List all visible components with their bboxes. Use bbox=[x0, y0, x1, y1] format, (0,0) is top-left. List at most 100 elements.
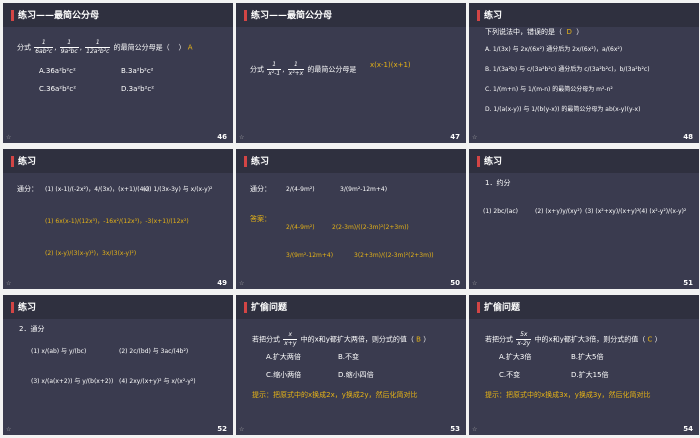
slide-title: 扩偷问题 bbox=[251, 303, 288, 313]
star-icon: ☆ bbox=[6, 426, 12, 433]
slide-title: 练习 bbox=[484, 11, 503, 21]
heading: 1．约分 bbox=[485, 179, 511, 187]
item: (2) (x+y)y/(xy²) bbox=[535, 208, 582, 215]
answer: 3/(9m²-12m+4) bbox=[286, 252, 334, 259]
star-icon: ☆ bbox=[6, 134, 12, 141]
option: B.不变 bbox=[338, 353, 360, 361]
answer: D bbox=[566, 28, 572, 36]
slide-number: 54 bbox=[683, 425, 693, 433]
slide-thumbnail-53[interactable]: 扩偷问题 若把分式 x x+y 中的x和y都扩大两倍，则分式的值（ B ） A.扩… bbox=[236, 295, 466, 435]
item: (4) 2xy/(x+y)² 与 x/(x²-y²) bbox=[119, 378, 196, 385]
option: D.缩小四倍 bbox=[338, 371, 374, 379]
option-line: D. 1/(a(x-y)) 与 1/(b(y-x)) 的最简公分母为 ab(x-… bbox=[485, 106, 641, 113]
slide-header: 练习 bbox=[469, 149, 699, 173]
star-icon: ☆ bbox=[472, 134, 478, 141]
slide-thumbnail-51[interactable]: 练习 1．约分 (1) 2bc/(ac) (2) (x+y)y/(xy²) (3… bbox=[469, 149, 699, 289]
accent-bar bbox=[477, 156, 480, 167]
slide-title: 练习 bbox=[484, 157, 503, 167]
slide-header: 练习 bbox=[236, 149, 466, 173]
answer: 2/(4-9m²) bbox=[286, 224, 315, 231]
answer: B bbox=[416, 335, 421, 344]
slide-header: 练习 bbox=[3, 149, 233, 173]
heading: 2．通分 bbox=[19, 325, 45, 333]
option: B.扩大5倍 bbox=[571, 353, 604, 361]
accent-bar bbox=[244, 156, 247, 167]
star-icon: ☆ bbox=[239, 134, 245, 141]
star-icon: ☆ bbox=[239, 280, 245, 287]
slide-title: 练习——最简公分母 bbox=[18, 11, 100, 21]
star-icon: ☆ bbox=[472, 280, 478, 287]
accent-bar bbox=[11, 156, 14, 167]
item: (1) x/(ab) 与 y/(bc) bbox=[31, 348, 87, 355]
answer-label: 答案： bbox=[250, 215, 271, 223]
slide-thumbnail-54[interactable]: 扩偷问题 若把分式 5x x-2y 中的x和y都扩大3倍，则分式的值（ C ） A… bbox=[469, 295, 699, 435]
question: (2) 1/(3x-3y) 与 x/(x-y)² bbox=[143, 186, 213, 193]
slide-title: 扩偷问题 bbox=[484, 303, 521, 313]
slide-thumbnail-52[interactable]: 练习 2．通分 (1) x/(ab) 与 y/(bc) (2) 2c/(bd) … bbox=[3, 295, 233, 435]
slide-number: 49 bbox=[217, 279, 227, 287]
answer: 3(2+3m)/((2-3m)²(2+3m)) bbox=[354, 252, 434, 259]
option: D.扩大15倍 bbox=[571, 371, 609, 379]
star-icon: ☆ bbox=[239, 426, 245, 433]
option: A.扩大两倍 bbox=[266, 353, 301, 361]
question: 2/(4-9m²) bbox=[286, 186, 315, 193]
slide-thumbnail-46[interactable]: 练习——最简公分母 分式 1 6ab²c, 1 9a²bc, 1 12a²b²c 的最… bbox=[3, 3, 233, 143]
option-line: A. 1/(3x) 与 2x/(6x²) 通分后为 2x/(6x²)，a/(6x… bbox=[485, 46, 623, 53]
question: (1) (x-1)/(-2x²)，4/(3x)，(x+1)/(4x) bbox=[45, 186, 150, 193]
slide-title: 练习——最简公分母 bbox=[251, 11, 333, 21]
accent-bar bbox=[11, 10, 14, 21]
option-line: B. 1/(3a²b) 与 c/(3a²b²c) 通分后为 c/(3a²b²c)… bbox=[485, 66, 650, 73]
question-text: 若把分式 x x+y 中的x和y都扩大两倍，则分式的值（ B ） bbox=[252, 331, 431, 347]
slide-title: 练习 bbox=[18, 303, 37, 313]
star-icon: ☆ bbox=[472, 426, 478, 433]
answer: (1) 6x(x-1)/(12x³)，-16x²/(12x³)，-3(x+1)/… bbox=[45, 218, 189, 225]
option: C.不变 bbox=[499, 371, 521, 379]
item: (1) 2bc/(ac) bbox=[483, 208, 519, 215]
question-text: 下列说法中，错误的是（ D ） bbox=[485, 28, 584, 36]
question-text: 若把分式 5x x-2y 中的x和y都扩大3倍，则分式的值（ C ） bbox=[485, 331, 662, 347]
slide-header: 练习——最简公分母 bbox=[236, 3, 466, 27]
slide-number: 51 bbox=[683, 279, 693, 287]
slide-thumbnail-49[interactable]: 练习 通分： (1) (x-1)/(-2x²)，4/(3x)，(x+1)/(4x… bbox=[3, 149, 233, 289]
hint: 提示：把原式中的x换成2x，y换成2y，然后化简对比 bbox=[252, 391, 418, 399]
accent-bar bbox=[477, 302, 480, 313]
slide-header: 练习 bbox=[469, 3, 699, 27]
slide-header: 扩偷问题 bbox=[469, 295, 699, 319]
answer: (2) (x-y)/(3(x-y)²)，3x/(3(x-y)²) bbox=[45, 250, 137, 257]
question-text: 分式 1 x²-1, 1 x²+x 的最简公分母是 bbox=[250, 61, 357, 77]
accent-bar bbox=[244, 10, 247, 21]
question-text: 分式 1 6ab²c, 1 9a²bc, 1 12a²b²c 的最简公分母是（ ） A bbox=[17, 39, 193, 55]
option: B.3a²b²c² bbox=[121, 67, 154, 75]
hint: 提示：把原式中的x换成3x，y换成3y，然后化简对比 bbox=[485, 391, 651, 399]
accent-bar bbox=[244, 302, 247, 313]
option: C.缩小两倍 bbox=[266, 371, 302, 379]
accent-bar bbox=[11, 302, 14, 313]
slide-number: 47 bbox=[450, 133, 460, 141]
option-line: C. 1/(m+n) 与 1/(m-n) 的最简公分母为 m²-n² bbox=[485, 86, 613, 93]
slide-number: 50 bbox=[450, 279, 460, 287]
star-icon: ☆ bbox=[6, 280, 12, 287]
item: (3) x/(a(x+2)) 与 y/(b(x+2)) bbox=[31, 378, 114, 385]
slide-header: 练习 bbox=[3, 295, 233, 319]
question: 3/(9m²-12m+4) bbox=[340, 186, 388, 193]
accent-bar bbox=[477, 10, 480, 21]
item: (4) (x²-y²)/(x-y)² bbox=[639, 208, 687, 215]
slide-number: 46 bbox=[217, 133, 227, 141]
slide-thumbnail-47[interactable]: 练习——最简公分母 分式 1 x²-1, 1 x²+x 的最简公分母是 x(x-1)… bbox=[236, 3, 466, 143]
answer: x(x-1)(x+1) bbox=[370, 61, 411, 69]
option: C.36a²b²c² bbox=[39, 85, 77, 93]
slide-thumbnail-48[interactable]: 练习 下列说法中，错误的是（ D ） A. 1/(3x) 与 2x/(6x²) … bbox=[469, 3, 699, 143]
option: A.扩大3倍 bbox=[499, 353, 532, 361]
slide-number: 48 bbox=[683, 133, 693, 141]
slide-number: 52 bbox=[217, 425, 227, 433]
item: (3) (x²+xy)/(x+y)² bbox=[585, 208, 640, 215]
answer: 2(2-3m)/((2-3m)²(2+3m)) bbox=[332, 224, 409, 231]
label: 通分： bbox=[17, 185, 38, 193]
option: A.36a²b²c² bbox=[39, 67, 76, 75]
slide-header: 练习——最简公分母 bbox=[3, 3, 233, 27]
slide-title: 练习 bbox=[18, 157, 37, 167]
slide-thumbnail-50[interactable]: 练习 通分： 2/(4-9m²) 3/(9m²-12m+4) 答案： 2/(4-… bbox=[236, 149, 466, 289]
item: (2) 2c/(bd) 与 3ac/(4b²) bbox=[119, 348, 189, 355]
slide-header: 扩偷问题 bbox=[236, 295, 466, 319]
answer: C bbox=[647, 335, 653, 344]
